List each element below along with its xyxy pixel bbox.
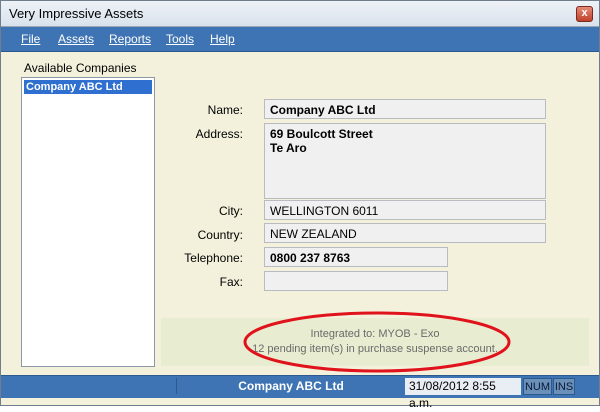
fax-label: Fax: bbox=[219, 275, 243, 289]
city-label: City: bbox=[219, 204, 243, 218]
list-item[interactable]: Company ABC Ltd bbox=[24, 80, 152, 94]
window-title: Very Impressive Assets bbox=[9, 6, 144, 21]
available-companies-label: Available Companies bbox=[24, 61, 137, 75]
name-field[interactable]: Company ABC Ltd bbox=[264, 99, 546, 119]
insert-indicator: INS bbox=[553, 378, 575, 395]
menu-help[interactable]: Help bbox=[210, 32, 235, 46]
app-window: Very Impressive Assets x File Assets Rep… bbox=[0, 0, 600, 410]
country-label: Country: bbox=[197, 228, 243, 242]
status-bar: Company ABC Ltd 31/08/2012 8:55 a.m. NUM… bbox=[1, 375, 599, 410]
main-content: Available Companies Company ABC Ltd Name… bbox=[1, 52, 599, 374]
address-label: Address: bbox=[195, 127, 243, 141]
menu-bar: File Assets Reports Tools Help bbox=[1, 27, 599, 52]
city-field[interactable]: WELLINGTON 6011 bbox=[264, 200, 546, 220]
address-field[interactable]: 69 Boulcott Street Te Aro bbox=[264, 123, 546, 199]
menu-reports[interactable]: Reports bbox=[109, 32, 151, 46]
telephone-label: Telephone: bbox=[184, 251, 243, 265]
menu-tools[interactable]: Tools bbox=[166, 32, 194, 46]
menu-file[interactable]: File bbox=[21, 32, 40, 46]
status-company: Company ABC Ltd bbox=[238, 379, 344, 393]
close-icon: x bbox=[581, 7, 588, 19]
status-date-time: 31/08/2012 8:55 a.m. bbox=[405, 378, 521, 410]
telephone-field[interactable]: 0800 237 8763 bbox=[264, 247, 448, 267]
country-field[interactable]: NEW ZEALAND bbox=[264, 223, 546, 243]
highlight-ellipse bbox=[243, 311, 511, 373]
address-line-2: Te Aro bbox=[270, 141, 307, 155]
address-line-1: 69 Boulcott Street bbox=[270, 127, 373, 141]
company-list[interactable]: Company ABC Ltd bbox=[21, 77, 155, 367]
name-label: Name: bbox=[207, 103, 243, 117]
menu-assets[interactable]: Assets bbox=[58, 32, 94, 46]
close-button[interactable]: x bbox=[576, 6, 593, 22]
fax-field[interactable] bbox=[264, 271, 448, 291]
num-lock-indicator: NUM bbox=[523, 378, 552, 395]
title-bar[interactable]: Very Impressive Assets x bbox=[1, 1, 599, 27]
